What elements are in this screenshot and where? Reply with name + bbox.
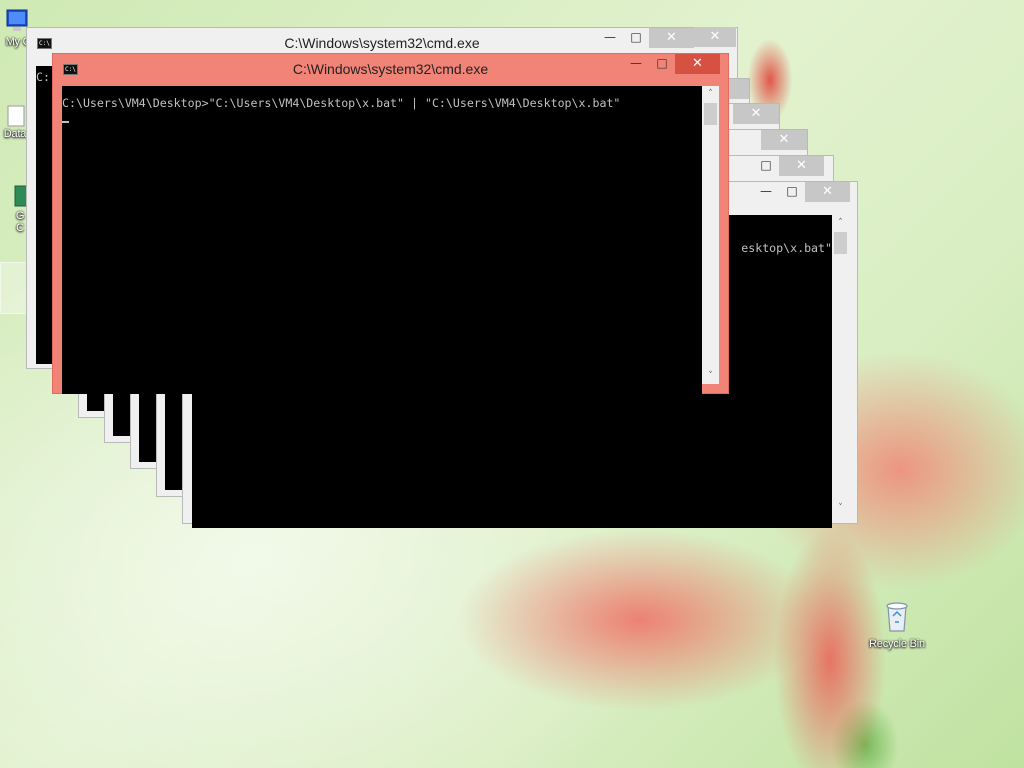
title-bar[interactable]: C:\ C:\Windows\system32\cmd.exe — □ ✕: [27, 28, 737, 56]
minimize-button[interactable]: —: [753, 182, 779, 202]
text-cursor: [62, 121, 69, 123]
cmd-window-active[interactable]: C:\ C:\Windows\system32\cmd.exe — □ ✕ C:…: [52, 53, 729, 394]
maximize-button[interactable]: □: [753, 156, 779, 176]
scroll-down-arrow[interactable]: ˅: [832, 500, 849, 516]
console-line: C:\Users\VM4\Desktop>"C:\Users\VM4\Deskt…: [62, 96, 621, 110]
document-icon: [7, 105, 25, 127]
desktop-icon-label: Recycle Bin: [869, 638, 925, 650]
maximize-button[interactable]: □: [779, 182, 805, 202]
scroll-thumb[interactable]: [704, 103, 717, 125]
close-button[interactable]: ✕: [694, 27, 736, 47]
close-button[interactable]: ✕: [675, 54, 720, 74]
recycle-bin-icon: [886, 602, 908, 632]
vertical-scrollbar[interactable]: ˄ ˅: [832, 215, 849, 516]
close-button[interactable]: ✕: [733, 104, 779, 124]
maximize-button[interactable]: □: [649, 54, 675, 74]
console-area[interactable]: C:\Users\VM4\Desktop>"C:\Users\VM4\Deskt…: [62, 86, 702, 394]
close-button[interactable]: ✕: [779, 156, 824, 176]
close-button[interactable]: ✕: [649, 28, 694, 48]
close-button[interactable]: ✕: [805, 182, 850, 202]
console-line: C:: [36, 70, 50, 84]
scroll-up-arrow[interactable]: ˄: [702, 86, 719, 102]
scroll-thumb[interactable]: [834, 232, 847, 254]
scroll-up-arrow[interactable]: ˄: [832, 215, 849, 231]
minimize-button[interactable]: —: [623, 54, 649, 74]
title-bar[interactable]: C:\ C:\Windows\system32\cmd.exe — □ ✕: [53, 54, 728, 82]
maximize-button[interactable]: □: [623, 28, 649, 48]
console-line: esktop\x.bat": [741, 241, 832, 255]
vertical-scrollbar[interactable]: ˄ ˅: [702, 86, 719, 384]
scroll-down-arrow[interactable]: ˅: [702, 368, 719, 384]
close-button[interactable]: ✕: [761, 130, 807, 150]
minimize-button[interactable]: —: [597, 28, 623, 48]
desktop-icon-recycle-bin[interactable]: Recycle Bin: [860, 598, 934, 650]
